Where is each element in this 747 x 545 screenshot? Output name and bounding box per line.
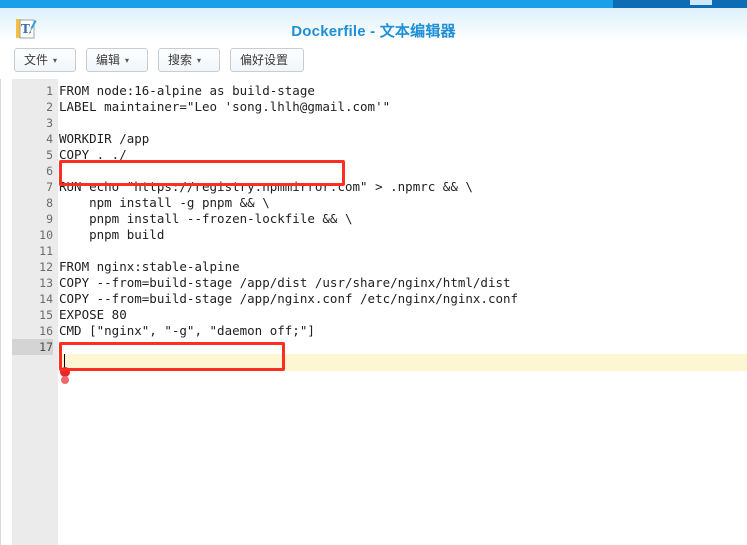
code-line[interactable]: EXPOSE 80: [59, 307, 127, 323]
menu-button-preferences[interactable]: 偏好设置: [230, 48, 304, 72]
line-number: 17: [12, 339, 53, 355]
line-number: 8: [46, 196, 53, 210]
code-line[interactable]: RUN echo "https://registry.npmmirror.com…: [59, 179, 473, 195]
titlebar-accent-bar-dark: [613, 0, 747, 8]
titlebar-accent-notch: [690, 0, 712, 5]
menu-button-search[interactable]: 搜索 ▾: [158, 48, 220, 72]
code-line[interactable]: COPY . ./: [59, 147, 127, 163]
line-number: 2: [46, 100, 53, 114]
code-line[interactable]: FROM node:16-alpine as build-stage: [59, 83, 315, 99]
line-number: 13: [39, 276, 53, 290]
code-line[interactable]: FROM nginx:stable-alpine: [59, 259, 240, 275]
caret-marker-shadow-icon: [61, 376, 69, 384]
line-number: 3: [46, 116, 53, 130]
menu-button-edit-label: 编辑: [96, 53, 121, 67]
code-line[interactable]: pnpm install --frozen-lockfile && \: [59, 211, 352, 227]
line-number: 9: [46, 212, 53, 226]
code-line[interactable]: COPY --from=build-stage /app/dist /usr/s…: [59, 275, 511, 291]
code-line[interactable]: pnpm build: [59, 227, 164, 243]
line-number: 1: [46, 84, 53, 98]
line-number: 10: [39, 228, 53, 242]
chevron-down-icon: ▾: [53, 56, 58, 65]
chevron-down-icon: ▾: [197, 56, 202, 65]
code-text-area[interactable]: FROM node:16-alpine as build-stage LABEL …: [59, 79, 747, 545]
current-line-highlight: [59, 354, 747, 371]
menu-button-file-label: 文件: [24, 53, 49, 67]
titlebar: T Dockerfile - 文本编辑器: [0, 8, 747, 41]
line-number: 5: [46, 148, 53, 162]
code-line[interactable]: WORKDIR /app: [59, 131, 149, 147]
line-number: 4: [46, 132, 53, 146]
menu-button-preferences-label: 偏好设置: [240, 53, 289, 67]
menu-button-search-label: 搜索: [168, 53, 193, 67]
text-editor-window: T Dockerfile - 文本编辑器 文件 ▾ 编辑 ▾ 搜索 ▾ 偏好设置 12…: [0, 0, 747, 545]
line-number-gutter: 1 2 3 4 5 6 7 8 9 10 11 12 13 14 15 16 17: [12, 79, 59, 545]
menu-button-edit[interactable]: 编辑 ▾: [86, 48, 148, 72]
line-number: 12: [39, 260, 53, 274]
menu-button-file[interactable]: 文件 ▾: [14, 48, 76, 72]
code-line[interactable]: LABEL maintainer="Leo 'song.lhlh@gmail.c…: [59, 99, 390, 115]
line-number: 15: [39, 308, 53, 322]
line-number: 14: [39, 292, 53, 306]
toolbar: 文件 ▾ 编辑 ▾ 搜索 ▾ 偏好设置: [0, 41, 747, 80]
line-number: 16: [39, 324, 53, 338]
code-line[interactable]: CMD ["nginx", "-g", "daemon off;"]: [59, 323, 315, 339]
code-line[interactable]: COPY --from=build-stage /app/nginx.conf …: [59, 291, 518, 307]
line-number: 6: [46, 164, 53, 178]
code-line[interactable]: npm install -g pnpm && \: [59, 195, 270, 211]
line-number: 11: [39, 244, 53, 258]
line-number: 7: [46, 180, 53, 194]
editor-pane[interactable]: 1 2 3 4 5 6 7 8 9 10 11 12 13 14 15 16 17 FROM node:16-a…: [0, 79, 747, 545]
window-title: Dockerfile - 文本编辑器: [291, 23, 456, 40]
chevron-down-icon: ▾: [125, 56, 130, 65]
